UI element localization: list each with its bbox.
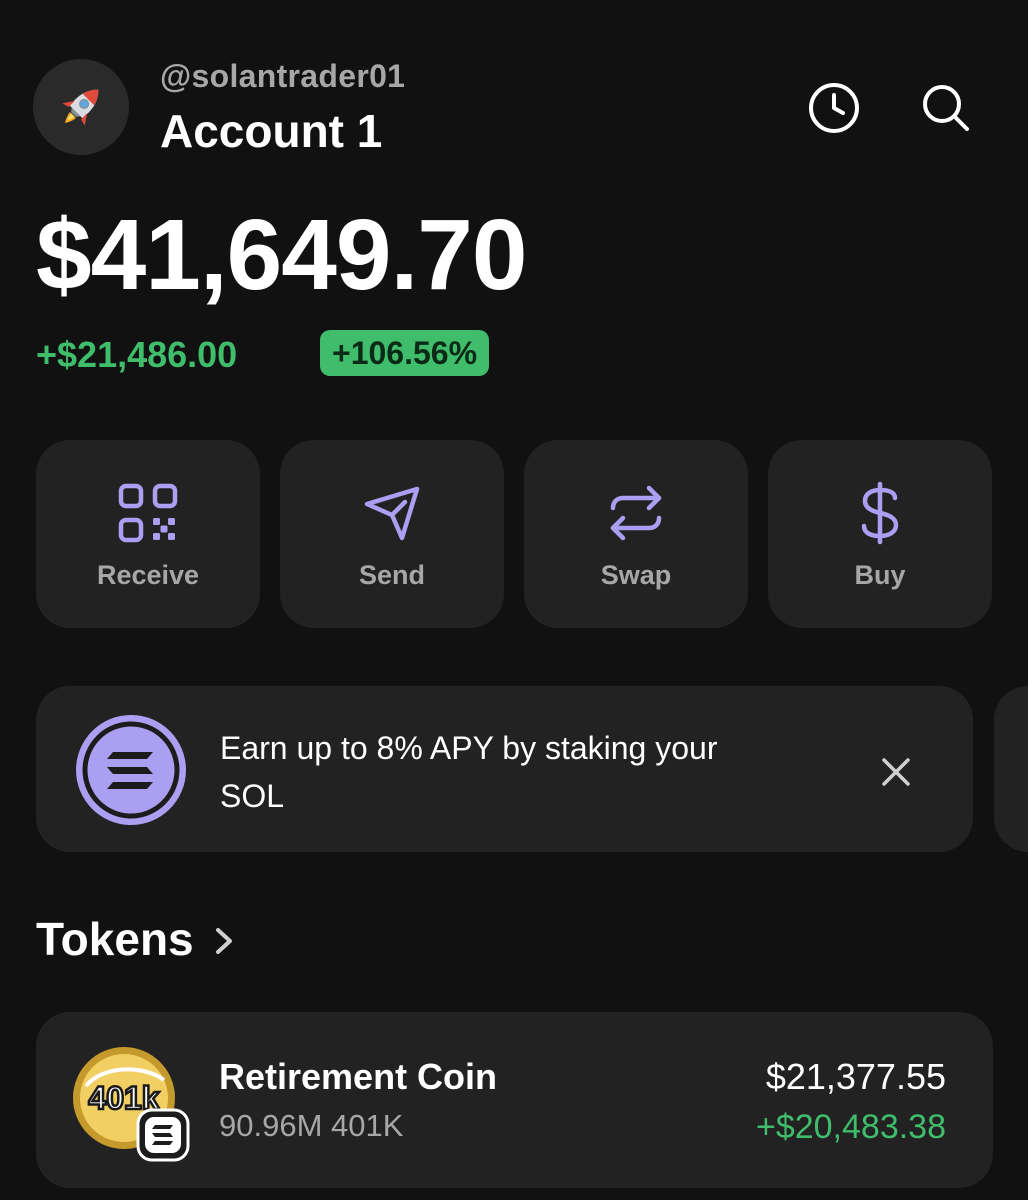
- token-name: Retirement Coin: [219, 1056, 498, 1097]
- token-value: $21,377.55: [765, 1056, 946, 1097]
- buy-label: Buy: [854, 560, 906, 590]
- token-row-retirement-coin[interactable]: 401k Retirement Coin 90.96M 401K $21,377…: [36, 1012, 993, 1188]
- search-icon[interactable]: [918, 80, 974, 136]
- username: @solantrader01: [160, 58, 406, 94]
- swap-button[interactable]: Swap: [524, 440, 748, 628]
- chevron-right-icon: [215, 928, 232, 954]
- qr-code-icon: [118, 483, 178, 543]
- wallet-home-screen: @solantrader01 Account 1 $41,649.70 +$21…: [0, 0, 1028, 1200]
- swap-icon: [610, 485, 662, 541]
- send-icon: [364, 486, 420, 541]
- receive-label: Receive: [96, 560, 200, 590]
- balance-change-amount: +$21,486.00: [36, 334, 238, 375]
- staking-promo-text: Earn up to 8% APY by staking your SOL: [220, 730, 718, 814]
- dollar-icon: [861, 481, 899, 545]
- swap-label: Swap: [600, 560, 672, 590]
- staking-promo-banner[interactable]: Earn up to 8% APY by staking your SOL: [36, 686, 973, 852]
- tokens-title: Tokens: [36, 913, 194, 965]
- account-avatar[interactable]: [33, 59, 129, 155]
- next-promo-card[interactable]: [994, 686, 1028, 852]
- balance-change-percent-badge: +106.56%: [320, 330, 490, 376]
- history-icon[interactable]: [806, 80, 862, 136]
- buy-button[interactable]: Buy: [768, 440, 992, 628]
- action-buttons: Receive Send Swap Buy: [36, 440, 992, 628]
- solana-chain-badge-icon: [136, 1108, 190, 1162]
- account-name[interactable]: Account 1: [160, 104, 382, 158]
- rocket-icon: [62, 89, 99, 126]
- send-button[interactable]: Send: [280, 440, 504, 628]
- total-balance: $41,649.70: [36, 199, 527, 311]
- token-change: +$20,483.38: [755, 1108, 946, 1146]
- token-quantity: 90.96M 401K: [219, 1108, 404, 1143]
- receive-button[interactable]: Receive: [36, 440, 260, 628]
- solana-icon: [76, 715, 186, 825]
- send-label: Send: [358, 560, 425, 590]
- close-icon[interactable]: [874, 750, 918, 794]
- tokens-section-header[interactable]: Tokens: [36, 912, 240, 966]
